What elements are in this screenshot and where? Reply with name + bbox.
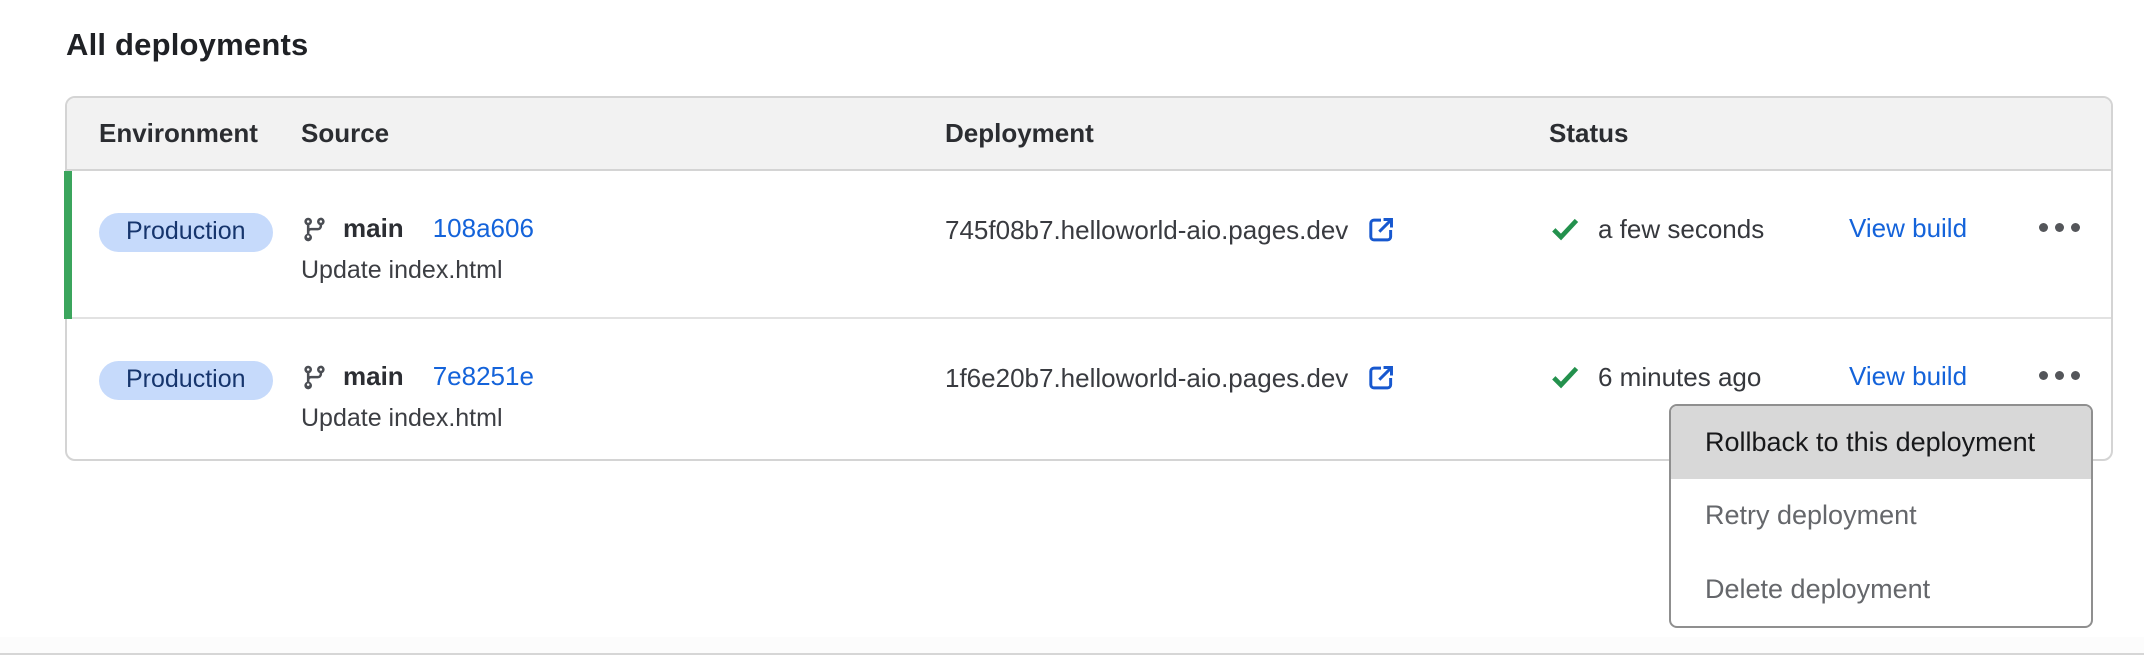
column-header-environment: Environment: [67, 118, 301, 149]
page-bottom-band: [0, 637, 2144, 653]
view-build-link[interactable]: View build: [1849, 361, 1967, 391]
status-text: 6 minutes ago: [1598, 362, 1761, 393]
view-build-link[interactable]: View build: [1849, 213, 1967, 243]
row-actions-menu: Rollback to this deployment Retry deploy…: [1669, 404, 2093, 628]
current-deployment-indicator: [64, 171, 72, 319]
check-icon: [1549, 361, 1581, 393]
branch-name: main: [343, 213, 404, 244]
menu-item-retry[interactable]: Retry deployment: [1671, 479, 2091, 552]
environment-badge: Production: [99, 361, 273, 400]
row-actions-button[interactable]: [2039, 209, 2099, 245]
page-title: All deployments: [66, 27, 308, 63]
column-header-source: Source: [301, 118, 945, 149]
menu-item-delete[interactable]: Delete deployment: [1671, 553, 2091, 626]
commit-hash-link[interactable]: 108a606: [433, 213, 534, 244]
environment-badge: Production: [99, 213, 273, 252]
check-icon: [1549, 213, 1581, 245]
table-row: Production main 108a606 Update index.htm…: [67, 171, 2111, 319]
git-branch-icon: [301, 364, 328, 391]
deployments-page: All deployments Environment Source Deplo…: [0, 0, 2144, 662]
external-link-icon[interactable]: [1364, 361, 1398, 395]
column-header-deployment: Deployment: [945, 118, 1549, 149]
table-header-row: Environment Source Deployment Status: [67, 98, 2111, 171]
deployment-url: 1f6e20b7.helloworld-aio.pages.dev: [945, 363, 1348, 394]
commit-message: Update index.html: [301, 256, 945, 285]
column-header-status: Status: [1549, 118, 1849, 149]
page-bottom-divider: [0, 653, 2144, 655]
external-link-icon[interactable]: [1364, 213, 1398, 247]
deployment-url: 745f08b7.helloworld-aio.pages.dev: [945, 215, 1348, 246]
menu-item-rollback[interactable]: Rollback to this deployment: [1671, 406, 2091, 479]
commit-hash-link[interactable]: 7e8251e: [433, 361, 534, 392]
status-text: a few seconds: [1598, 214, 1764, 245]
git-branch-icon: [301, 216, 328, 243]
branch-name: main: [343, 361, 404, 392]
row-actions-button[interactable]: [2039, 357, 2099, 393]
commit-message: Update index.html: [301, 404, 945, 433]
